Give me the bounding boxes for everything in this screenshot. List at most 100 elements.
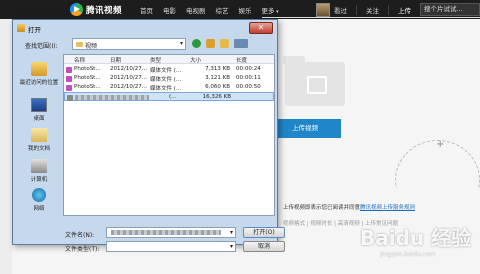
place-label: 桌面: [33, 116, 45, 122]
avatar[interactable]: [316, 2, 330, 17]
file-list-header: 名称 日期 类型 大小 长度: [64, 55, 274, 64]
view-menu-icon[interactable]: [234, 39, 248, 48]
file-size: 3,121 KB: [205, 75, 230, 81]
video-file-icon: [67, 95, 73, 101]
file-type-label: 文件类型(T):: [65, 246, 100, 253]
computer-icon: [31, 159, 47, 173]
file-length: 00:00:24: [236, 66, 261, 72]
dialog-titlebar[interactable]: 打开 ✕: [13, 20, 277, 36]
file-date: 2012/10/27...: [110, 84, 147, 90]
nav-entertainment[interactable]: 娱乐: [239, 5, 252, 15]
nav-home[interactable]: 首页: [140, 5, 153, 15]
file-row-selected[interactable]: (... 16,326 KB: [64, 92, 274, 101]
tencent-video-logo-icon: [70, 3, 83, 16]
places-bar: 最近访问的位置 桌面 我的文档 计算机 网络: [17, 54, 61, 216]
place-network[interactable]: 网络: [17, 188, 61, 212]
file-date: 2012/10/27...: [110, 66, 147, 72]
close-button[interactable]: ✕: [249, 22, 273, 34]
file-row[interactable]: PhotoSt... 2012/10/27... 媒体文件 (... 7,313…: [64, 65, 274, 74]
video-file-icon: [66, 67, 72, 73]
divider: [356, 4, 357, 15]
nav-more[interactable]: 更多: [262, 5, 279, 15]
file-size: 16,326 KB: [202, 94, 231, 100]
video-folder-icon: [283, 56, 345, 106]
chevron-down-icon[interactable]: ▾: [230, 243, 233, 250]
back-icon[interactable]: [192, 39, 201, 48]
divider: [262, 17, 480, 18]
divider: [388, 4, 389, 15]
video-file-icon: [66, 85, 72, 91]
file-row[interactable]: PhotoSt... 2012/10/27... 媒体文件 (... 6,060…: [64, 83, 274, 92]
place-desktop[interactable]: 桌面: [17, 98, 61, 122]
look-in-value: 视频: [85, 43, 98, 50]
watched-link[interactable]: 看过: [334, 5, 347, 15]
column-type[interactable]: 类型: [150, 56, 188, 64]
open-file-dialog: 打开 ✕ 查找范围(I): 视频 ▾ 最近访问的位置 桌面 我的文档 计算机 网…: [12, 19, 285, 253]
file-date-blurred: [111, 95, 149, 100]
column-date[interactable]: 日期: [110, 56, 148, 64]
terms-link[interactable]: 腾讯视频上传服务规则: [360, 205, 415, 211]
file-name: PhotoSt...: [74, 84, 101, 90]
file-name: PhotoSt...: [74, 75, 101, 81]
column-length[interactable]: 长度: [236, 56, 272, 64]
plus-icon: +: [436, 139, 445, 150]
search-input[interactable]: 搜个片试试...: [420, 3, 480, 16]
place-label: 网络: [33, 206, 45, 212]
folder-icon: [17, 24, 25, 32]
dialog-toolbar: [192, 39, 248, 48]
site-logo[interactable]: 腾讯视频: [70, 3, 122, 16]
network-icon: [32, 188, 46, 202]
column-name[interactable]: 名称: [74, 56, 110, 64]
terms-prefix: 上传视频即表示您已阅读并同意: [283, 205, 361, 211]
look-in-label: 查找范围(I):: [25, 43, 58, 50]
watermark-sub: jingyan.baidu.com: [380, 251, 436, 258]
logo-text: 腾讯视频: [86, 5, 123, 16]
documents-icon: [31, 128, 47, 142]
look-in-dropdown[interactable]: 视频 ▾: [72, 38, 186, 50]
baidu-jingyan-watermark: Baidu 经验 jingyan.baidu.com: [360, 222, 478, 272]
file-row[interactable]: PhotoSt... 2012/10/27... 媒体文件 (... 3,121…: [64, 74, 274, 83]
file-type: 媒体文件 (...: [150, 77, 182, 83]
file-type: 媒体文件 (...: [150, 86, 182, 92]
column-size[interactable]: 大小: [190, 56, 230, 64]
place-documents[interactable]: 我的文档: [17, 128, 61, 152]
watermark-main: Baidu 经验: [360, 226, 472, 250]
video-file-icon: [66, 76, 72, 82]
dialog-title: 打开: [28, 26, 41, 34]
folder-icon: [76, 42, 83, 47]
place-label: 计算机: [30, 177, 48, 183]
open-button[interactable]: 打开(O): [243, 227, 285, 238]
up-folder-icon[interactable]: [206, 39, 215, 48]
file-size: 7,313 KB: [205, 66, 230, 72]
file-date: 2012/10/27...: [110, 75, 147, 81]
new-folder-icon[interactable]: [220, 39, 229, 48]
nav-tv[interactable]: 电视剧: [186, 5, 206, 15]
chevron-down-icon[interactable]: ▾: [230, 229, 233, 236]
file-type-dropdown[interactable]: ▾: [106, 241, 236, 252]
cancel-button[interactable]: 取消: [243, 241, 285, 252]
terms-text: 上传视频即表示您已阅读并同意腾讯视频上传服务规则: [283, 203, 415, 211]
place-computer[interactable]: 计算机: [17, 159, 61, 183]
file-name-blurred: [75, 95, 111, 100]
recent-places-icon: [31, 62, 47, 76]
nav-variety[interactable]: 综艺: [216, 5, 229, 15]
place-recent[interactable]: 最近访问的位置: [17, 62, 61, 86]
upload-video-button[interactable]: 上传视频: [269, 119, 341, 138]
file-size: 6,060 KB: [205, 84, 230, 90]
place-label: 最近访问的位置: [19, 80, 59, 86]
file-name-label: 文件名(N):: [65, 232, 95, 239]
file-name: PhotoSt...: [74, 66, 101, 72]
place-label: 我的文档: [27, 146, 50, 152]
chevron-down-icon: ▾: [179, 40, 183, 47]
follow-link[interactable]: 关注: [366, 5, 379, 15]
file-length: 00:00:50: [236, 84, 261, 90]
file-length: 00:00:11: [236, 75, 261, 81]
file-type: (...: [169, 94, 177, 100]
file-list[interactable]: 名称 日期 类型 大小 长度 PhotoSt... 2012/10/27... …: [63, 54, 275, 216]
upload-link[interactable]: 上传: [398, 5, 411, 15]
desktop-icon: [31, 98, 47, 112]
nav-movies[interactable]: 电影: [163, 5, 176, 15]
file-name-field[interactable]: ▾: [106, 227, 236, 238]
file-type: 媒体文件 (...: [150, 68, 182, 74]
file-name-value-blurred: [111, 230, 221, 235]
